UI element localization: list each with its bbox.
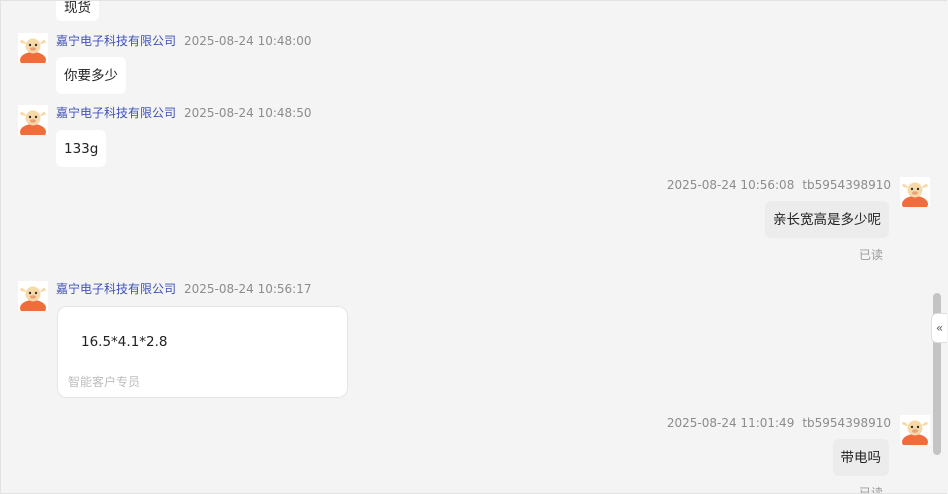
sender-name[interactable]: 嘉宁电子科技有限公司	[56, 282, 176, 296]
message-text: 现货	[64, 0, 91, 16]
message-text: 亲长宽高是多少呢	[773, 212, 881, 228]
sender-name[interactable]: 嘉宁电子科技有限公司	[56, 34, 176, 48]
message-text: 带电吗	[840, 450, 882, 466]
sender-name: tb5954398910	[802, 416, 891, 430]
message-time: 2025-08-24 10:48:00	[184, 34, 312, 48]
message-text: 你要多少	[64, 68, 118, 84]
message-meta: 嘉宁电子科技有限公司 2025-08-24 10:56:17	[56, 282, 311, 296]
message-bubble: 现货	[56, 0, 99, 21]
read-status: 已读	[859, 486, 884, 494]
chat-message-list: 现货 嘉宁电子科技有限公司 2025-08-24 10:48:00 你要多少 嘉…	[0, 0, 947, 494]
read-status: 已读	[859, 248, 884, 262]
sender-name[interactable]: 嘉宁电子科技有限公司	[56, 106, 176, 120]
seller-avatar[interactable]	[18, 281, 48, 311]
message-meta: 嘉宁电子科技有限公司 2025-08-24 10:48:00	[56, 34, 311, 48]
message-bubble: 亲长宽高是多少呢	[765, 201, 889, 238]
message-text: 133g	[64, 141, 99, 157]
cartoon-ox-avatar-icon	[900, 415, 930, 445]
message-time: 2025-08-24 10:48:50	[184, 106, 312, 120]
collapse-panel-button[interactable]: «	[931, 313, 947, 343]
cartoon-ox-avatar-icon	[18, 105, 48, 135]
buyer-avatar[interactable]	[900, 177, 930, 207]
cartoon-ox-avatar-icon	[18, 281, 48, 311]
agent-tag: 智能客户专员	[68, 375, 141, 389]
message-meta: 2025-08-24 10:56:08 tb5954398910	[667, 178, 891, 192]
message-meta: 嘉宁电子科技有限公司 2025-08-24 10:48:50	[56, 106, 311, 120]
double-chevron-left-icon: «	[935, 321, 944, 335]
seller-avatar[interactable]	[18, 105, 48, 135]
seller-avatar[interactable]	[18, 33, 48, 63]
message-text: 16.5*4.1*2.8	[81, 334, 168, 350]
buyer-avatar[interactable]	[900, 415, 930, 445]
message-bubble: 你要多少	[56, 57, 126, 94]
sender-name: tb5954398910	[802, 178, 891, 192]
cartoon-ox-avatar-icon	[900, 177, 930, 207]
cartoon-ox-avatar-icon	[18, 33, 48, 63]
message-time: 2025-08-24 10:56:17	[184, 282, 312, 296]
message-bubble: 带电吗	[832, 439, 889, 476]
message-time: 2025-08-24 10:56:08	[666, 178, 795, 192]
message-card: 16.5*4.1*2.8 智能客户专员	[57, 306, 348, 398]
message-bubble: 133g	[56, 130, 107, 167]
message-time: 2025-08-24 11:01:49	[666, 416, 795, 430]
message-meta: 2025-08-24 11:01:49 tb5954398910	[667, 416, 891, 430]
